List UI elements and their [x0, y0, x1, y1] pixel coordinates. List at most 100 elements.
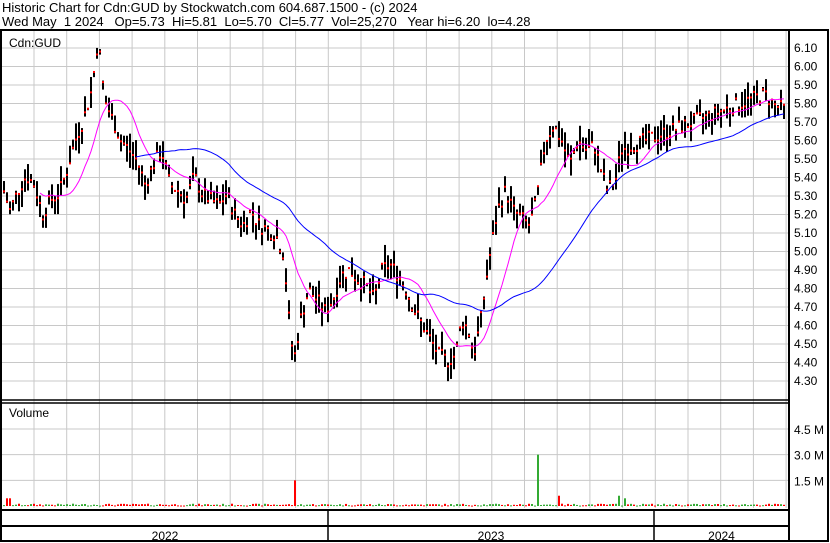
close-marker [768, 103, 770, 106]
volume-bar [171, 504, 173, 506]
volume-bar [597, 503, 599, 506]
close-marker [558, 137, 560, 140]
close-marker [93, 70, 95, 73]
price-tick-label: 5.50 [794, 152, 818, 166]
volume-bar [366, 504, 368, 506]
price-tick-label: 5.00 [794, 245, 818, 259]
close-marker [465, 324, 467, 327]
close-marker [432, 341, 434, 344]
close-marker [372, 289, 374, 292]
close-marker [546, 139, 548, 142]
volume-bar [642, 503, 644, 506]
close-marker [498, 203, 500, 206]
close-marker [171, 185, 173, 188]
close-marker [531, 213, 533, 216]
volume-bar [108, 503, 110, 506]
close-marker [195, 173, 197, 176]
close-marker [480, 311, 482, 314]
price-tick-label: 5.40 [794, 171, 818, 185]
price-tick-label: 6.00 [794, 60, 818, 74]
volume-bar [333, 505, 335, 507]
close-marker [390, 263, 392, 266]
close-marker [147, 184, 149, 187]
close-marker [399, 277, 401, 280]
close-marker [621, 152, 623, 155]
volume-bar [558, 495, 560, 506]
volume-bar [579, 505, 581, 507]
close-marker [705, 114, 707, 117]
close-marker [267, 227, 269, 230]
volume-bar [351, 505, 353, 507]
close-marker [45, 214, 47, 217]
volume-bar [453, 505, 455, 507]
volume-bar [618, 495, 620, 506]
volume-bar [519, 504, 521, 506]
volume-bar [483, 504, 485, 506]
volume-bar [54, 505, 56, 507]
price-tick-label: 5.60 [794, 134, 818, 148]
volume-bar [780, 504, 782, 506]
volume-bar [336, 505, 338, 507]
volume-bar [210, 504, 212, 506]
volume-bar [582, 505, 584, 507]
volume-bar [387, 504, 389, 506]
close-marker [645, 138, 647, 141]
volume-bar [588, 504, 590, 506]
close-marker [714, 106, 716, 109]
close-marker [489, 253, 491, 256]
volume-bar [750, 504, 752, 506]
volume-bar [759, 505, 761, 507]
volume-bar [423, 505, 425, 507]
close-marker [762, 88, 764, 91]
close-marker [105, 102, 107, 105]
close-marker [57, 197, 59, 200]
close-marker [162, 157, 164, 160]
volume-bar [462, 503, 464, 506]
volume-bar [705, 504, 707, 506]
volume-bar [21, 505, 23, 507]
volume-bar [66, 504, 68, 506]
volume-bar [567, 503, 569, 506]
close-marker [69, 162, 71, 165]
price-tick-label: 5.90 [794, 78, 818, 92]
volume-bar [357, 504, 359, 506]
volume-bar [72, 503, 74, 506]
volume-bar [294, 480, 296, 506]
close-marker [339, 282, 341, 285]
close-marker [9, 207, 11, 210]
volume-bar [531, 503, 533, 506]
close-marker [300, 313, 302, 316]
close-marker [474, 353, 476, 356]
close-marker [663, 127, 665, 130]
volume-bar [657, 504, 659, 506]
volume-bar [375, 504, 377, 506]
price-tick-label: 4.70 [794, 300, 818, 314]
volume-bar [768, 503, 770, 506]
volume-bar [426, 504, 428, 506]
volume-bar [777, 504, 779, 506]
volume-bar [477, 505, 479, 507]
close-marker [603, 172, 605, 175]
price-tick-label: 4.80 [794, 282, 818, 296]
volume-bar [381, 504, 383, 506]
symbol-label: Cdn:GUD [9, 36, 61, 50]
volume-bar [513, 504, 515, 506]
close-marker [471, 346, 473, 349]
volume-bar [120, 503, 122, 506]
close-marker [291, 344, 293, 347]
close-marker [183, 201, 185, 204]
close-marker [675, 128, 677, 131]
volume-bar [711, 505, 713, 507]
volume-bar [624, 498, 626, 506]
close-marker [168, 174, 170, 177]
volume-bar [138, 504, 140, 506]
close-marker [42, 218, 44, 221]
volume-bar [309, 504, 311, 506]
volume-bar [237, 504, 239, 506]
volume-bar [543, 504, 545, 506]
close-marker [630, 149, 632, 152]
volume-bar [753, 504, 755, 506]
close-marker [414, 312, 416, 315]
volume-bar [105, 504, 107, 506]
close-marker [651, 131, 653, 134]
